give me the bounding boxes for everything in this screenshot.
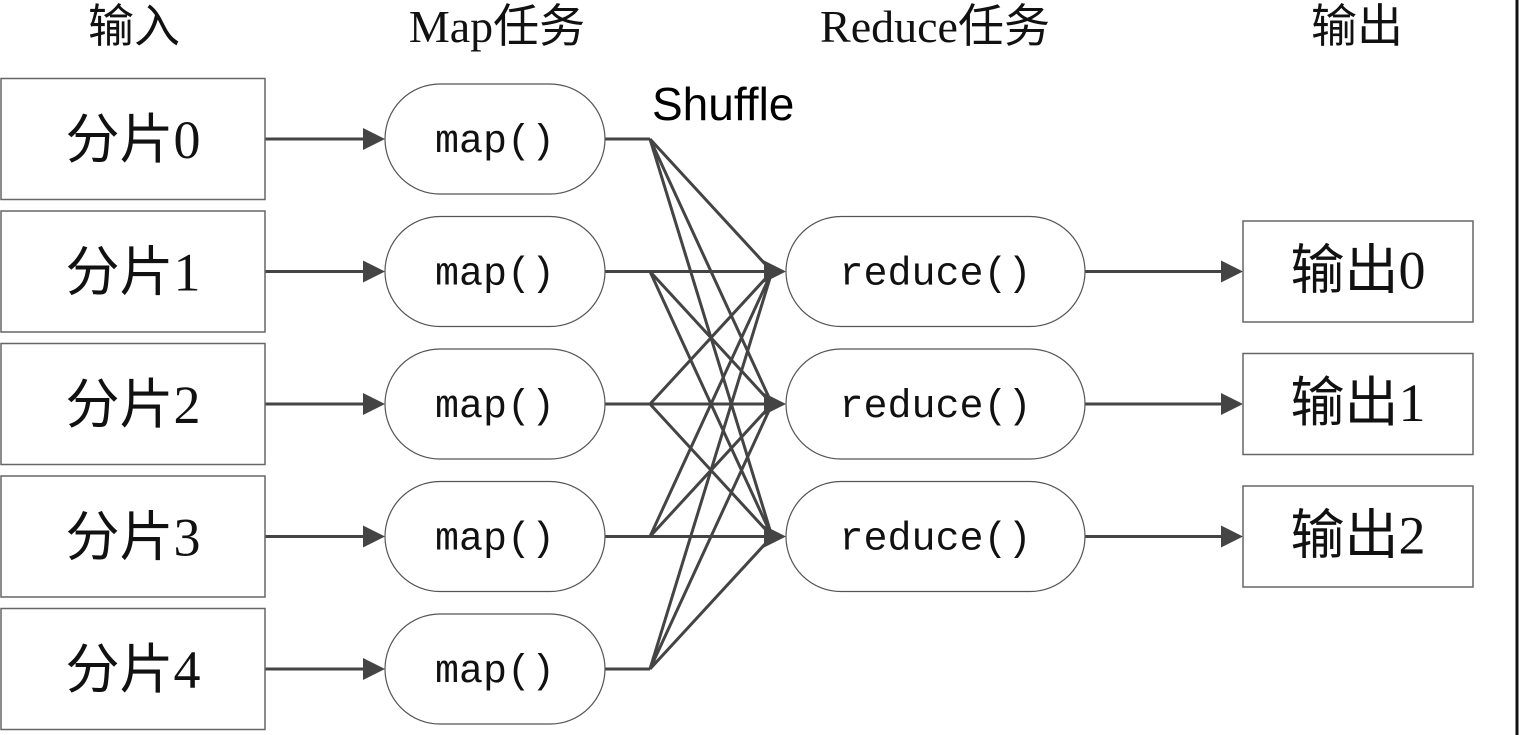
arrow-head-icon <box>363 128 385 150</box>
arrow-head-icon <box>363 658 385 680</box>
shuffle-edge <box>648 535 774 671</box>
arrow-head-icon <box>363 393 385 415</box>
reduce-task-0: reduce() <box>785 215 1086 328</box>
map-task-3: map() <box>384 480 606 593</box>
output-label: 输出1 <box>1291 373 1426 433</box>
input-split-0: 分片0 <box>0 77 266 201</box>
arrow-head-icon <box>1221 393 1243 415</box>
map-label: map() <box>435 518 555 563</box>
output-0: 输出0 <box>1242 220 1474 323</box>
arrow-head-icon <box>764 393 786 415</box>
arrow-head-icon <box>1221 525 1243 548</box>
input-label: 分片2 <box>66 375 201 435</box>
input-split-1: 分片1 <box>0 210 266 333</box>
arrow-head-icon <box>363 525 385 548</box>
map-label: map() <box>435 385 555 430</box>
shuffle-edge <box>648 137 774 273</box>
map-label: map() <box>435 253 555 298</box>
shuffle-label: Shuffle <box>652 78 794 130</box>
column-title-map: Map任务 <box>409 1 585 52</box>
input-label: 分片3 <box>66 508 201 568</box>
reduce-label: reduce() <box>839 385 1031 430</box>
input-label: 分片4 <box>66 640 201 700</box>
output-2: 输出2 <box>1242 485 1474 588</box>
column-title-output: 输出 <box>1311 1 1403 52</box>
column-title-input: 输入 <box>88 1 180 52</box>
map-task-2: map() <box>384 348 606 460</box>
reduce-label: reduce() <box>839 253 1031 298</box>
output-label: 输出2 <box>1291 506 1426 566</box>
shuffle-edge <box>648 271 774 670</box>
mapreduce-diagram: 输入 Map任务 Reduce任务 输出 Shuffle 分片0 分片1 分片2 分片… <box>0 0 1519 735</box>
input-split-2: 分片2 <box>0 342 266 466</box>
map-label: map() <box>435 650 555 695</box>
map-task-0: map() <box>384 83 606 195</box>
input-label: 分片0 <box>66 110 201 170</box>
arrow-head-icon <box>363 260 385 283</box>
input-split-3: 分片3 <box>0 475 266 598</box>
output-label: 输出0 <box>1291 241 1426 301</box>
output-1: 输出1 <box>1242 352 1474 456</box>
input-label: 分片1 <box>66 243 201 303</box>
arrow-head-icon <box>764 525 786 548</box>
map-task-4: map() <box>384 613 606 725</box>
reduce-task-1: reduce() <box>785 348 1086 460</box>
reduce-label: reduce() <box>839 518 1031 563</box>
arrow-head-icon <box>1221 260 1243 283</box>
map-task-1: map() <box>384 215 606 328</box>
reduce-task-2: reduce() <box>785 480 1086 593</box>
input-split-4: 分片4 <box>0 607 266 731</box>
column-title-reduce: Reduce任务 <box>820 1 1050 52</box>
map-label: map() <box>435 120 555 165</box>
arrow-head-icon <box>764 260 786 283</box>
